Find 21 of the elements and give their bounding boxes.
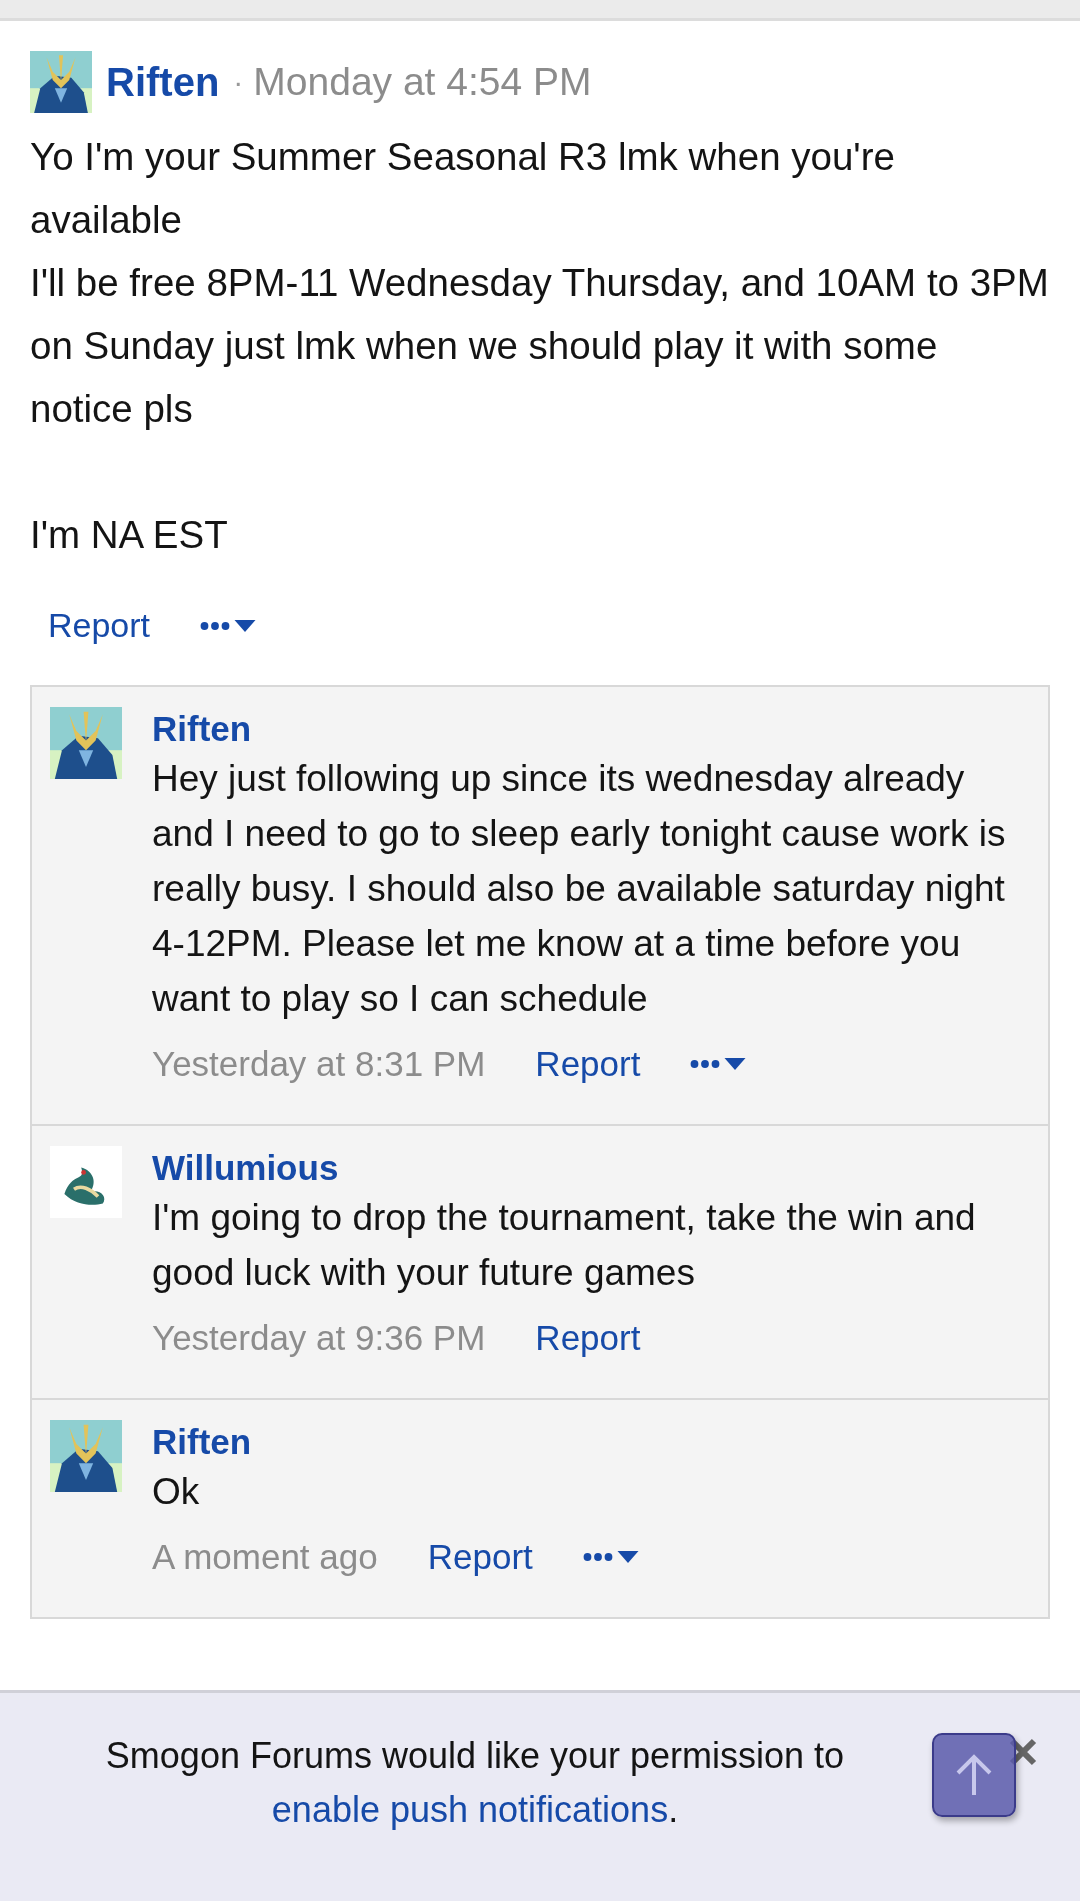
enable-notifications-link[interactable]: enable push notifications	[271, 1789, 669, 1830]
report-link[interactable]: Report	[427, 1537, 533, 1577]
comment-time: Yesterday at 8:31 PM	[152, 1044, 486, 1084]
comment-text: I'm going to drop the tournament, take the win and good luck with your future games	[152, 1196, 977, 1295]
report-link[interactable]: Report	[535, 1044, 641, 1084]
permission-message: Smogon Forums would like your permission to enable push notifications.	[104, 1734, 846, 1832]
username-link[interactable]: Riften	[152, 1420, 1028, 1464]
comment-time: A moment ago	[152, 1537, 378, 1577]
post-time: Monday at 4:54 PM	[253, 60, 592, 104]
report-link[interactable]: Report	[48, 606, 151, 645]
arrow-up-icon	[954, 1753, 994, 1797]
username-link[interactable]: Riften	[106, 59, 220, 105]
username-link[interactable]: Riften	[152, 707, 1028, 751]
separator-dot: ·	[233, 65, 244, 99]
scroll-top-button[interactable]	[932, 1733, 1016, 1817]
comment-text: Ok	[152, 1470, 201, 1514]
post-body: Yo I'm your Summer Seasonal R3 lmk when you're available I'll be free 8PM-11 Wednesday Thursday, and 10AM to 3PM on Sunday just lmk when we should play it with some notice pls I'm NA EST	[30, 134, 1050, 558]
report-link[interactable]: Report	[535, 1318, 641, 1358]
username-link[interactable]: Willumious	[152, 1146, 1028, 1190]
comment-text: Hey just following up since its wednesday already and I need to go to sleep early tonight cause work is really busy. I should also be available saturday night 4-12PM. Please let me know at a time before you want to play so I can schedule	[152, 757, 1007, 1021]
comment-time: Yesterday at 9:36 PM	[152, 1318, 486, 1358]
